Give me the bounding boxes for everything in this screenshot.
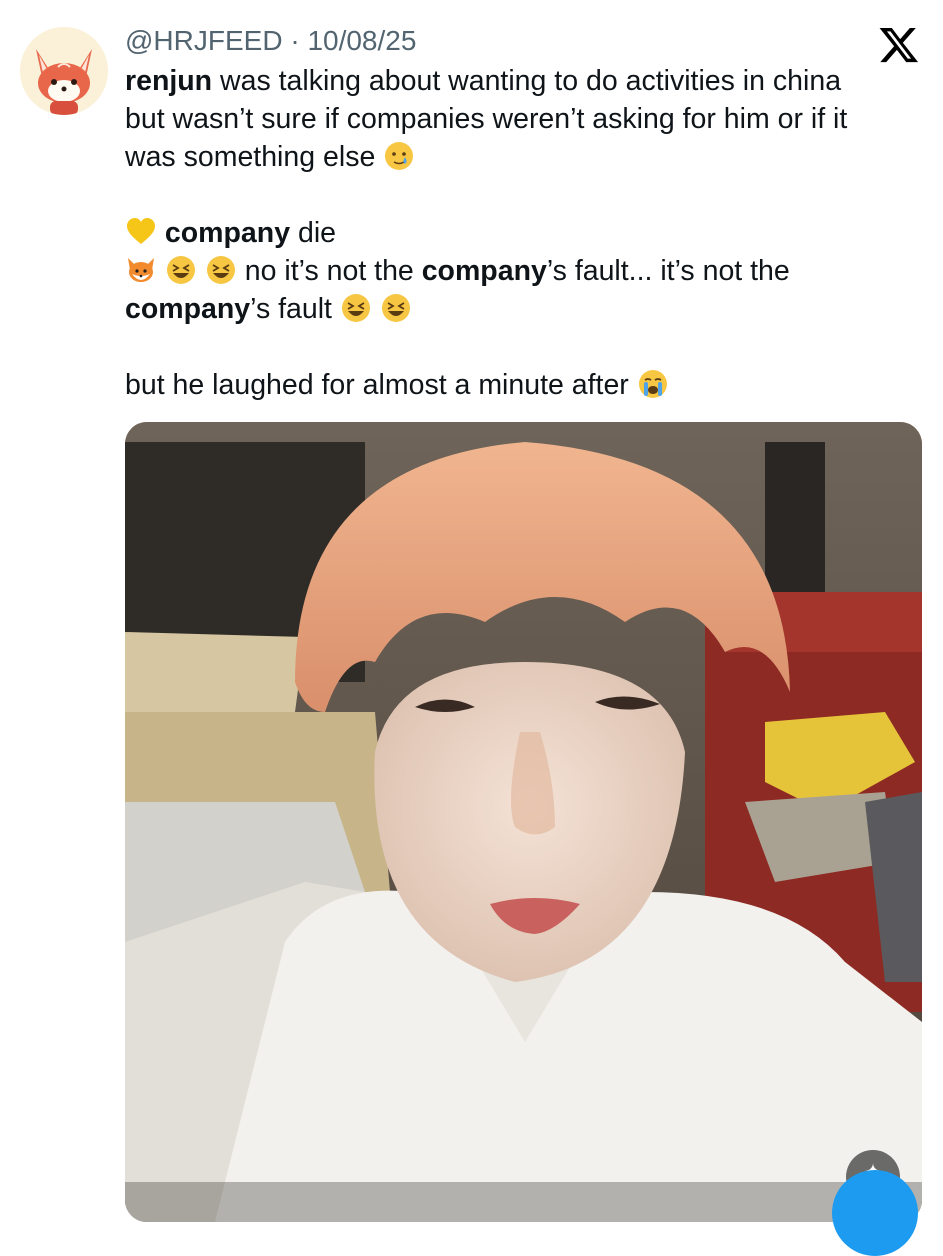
tweet-line-6-text: no it’s not the xyxy=(236,255,422,287)
tweet-line-1: renjun was talking about wanting to do a… xyxy=(125,62,925,100)
tweet-video[interactable] xyxy=(125,422,922,1222)
bold-company-1: company xyxy=(164,217,291,249)
bold-company-2: company xyxy=(421,255,547,287)
laughing-emoji-icon xyxy=(381,294,410,322)
tweet-line-3-text: was something else xyxy=(125,141,376,173)
bold-company-3: company xyxy=(125,293,251,325)
video-frame xyxy=(125,422,922,1222)
tweet-line-2: but wasn’t sure if companies weren’t ask… xyxy=(125,103,848,135)
tweet-line-5-text: die xyxy=(290,217,336,249)
sad-tear-emoji-icon xyxy=(385,142,414,170)
compose-button[interactable] xyxy=(832,1170,918,1256)
laughing-emoji-icon xyxy=(206,256,235,284)
tweet-line-6: no it’s not the company’s fault... it’s … xyxy=(125,252,925,290)
fox-avatar-icon xyxy=(20,27,108,115)
tweet-line-6-end: ’s fault... it’s not the xyxy=(546,255,790,287)
yellow-heart-emoji-icon xyxy=(127,218,155,244)
tweet-line-7-text: ’s fault xyxy=(250,293,332,325)
tweet-date[interactable]: 10/08/25 xyxy=(307,25,416,56)
tweet-line-5: company die xyxy=(125,214,925,252)
fox-emoji-icon xyxy=(128,258,154,282)
tweet-line-9: but he laughed for almost a minute after xyxy=(125,366,925,404)
tweet-line-1-text: was talking about wanting to do activiti… xyxy=(212,65,842,97)
sobbing-emoji-icon xyxy=(638,370,667,398)
x-logo-icon[interactable] xyxy=(878,24,920,66)
tweet-line-3: was something else xyxy=(125,138,925,176)
laughing-emoji-icon xyxy=(341,294,370,322)
laughing-emoji-icon xyxy=(166,256,195,284)
tweet-line-9-text: but he laughed for almost a minute after xyxy=(125,369,629,401)
avatar[interactable] xyxy=(20,27,108,115)
header-separator: · xyxy=(290,25,300,56)
mention-renjun: renjun xyxy=(125,65,213,97)
tweet-line-7: company’s fault xyxy=(125,290,925,328)
author-handle[interactable]: @HRJFEED xyxy=(125,25,283,56)
tweet-text: renjun was talking about wanting to do a… xyxy=(125,62,925,404)
tweet-header: @HRJFEED · 10/08/25 xyxy=(125,24,416,58)
